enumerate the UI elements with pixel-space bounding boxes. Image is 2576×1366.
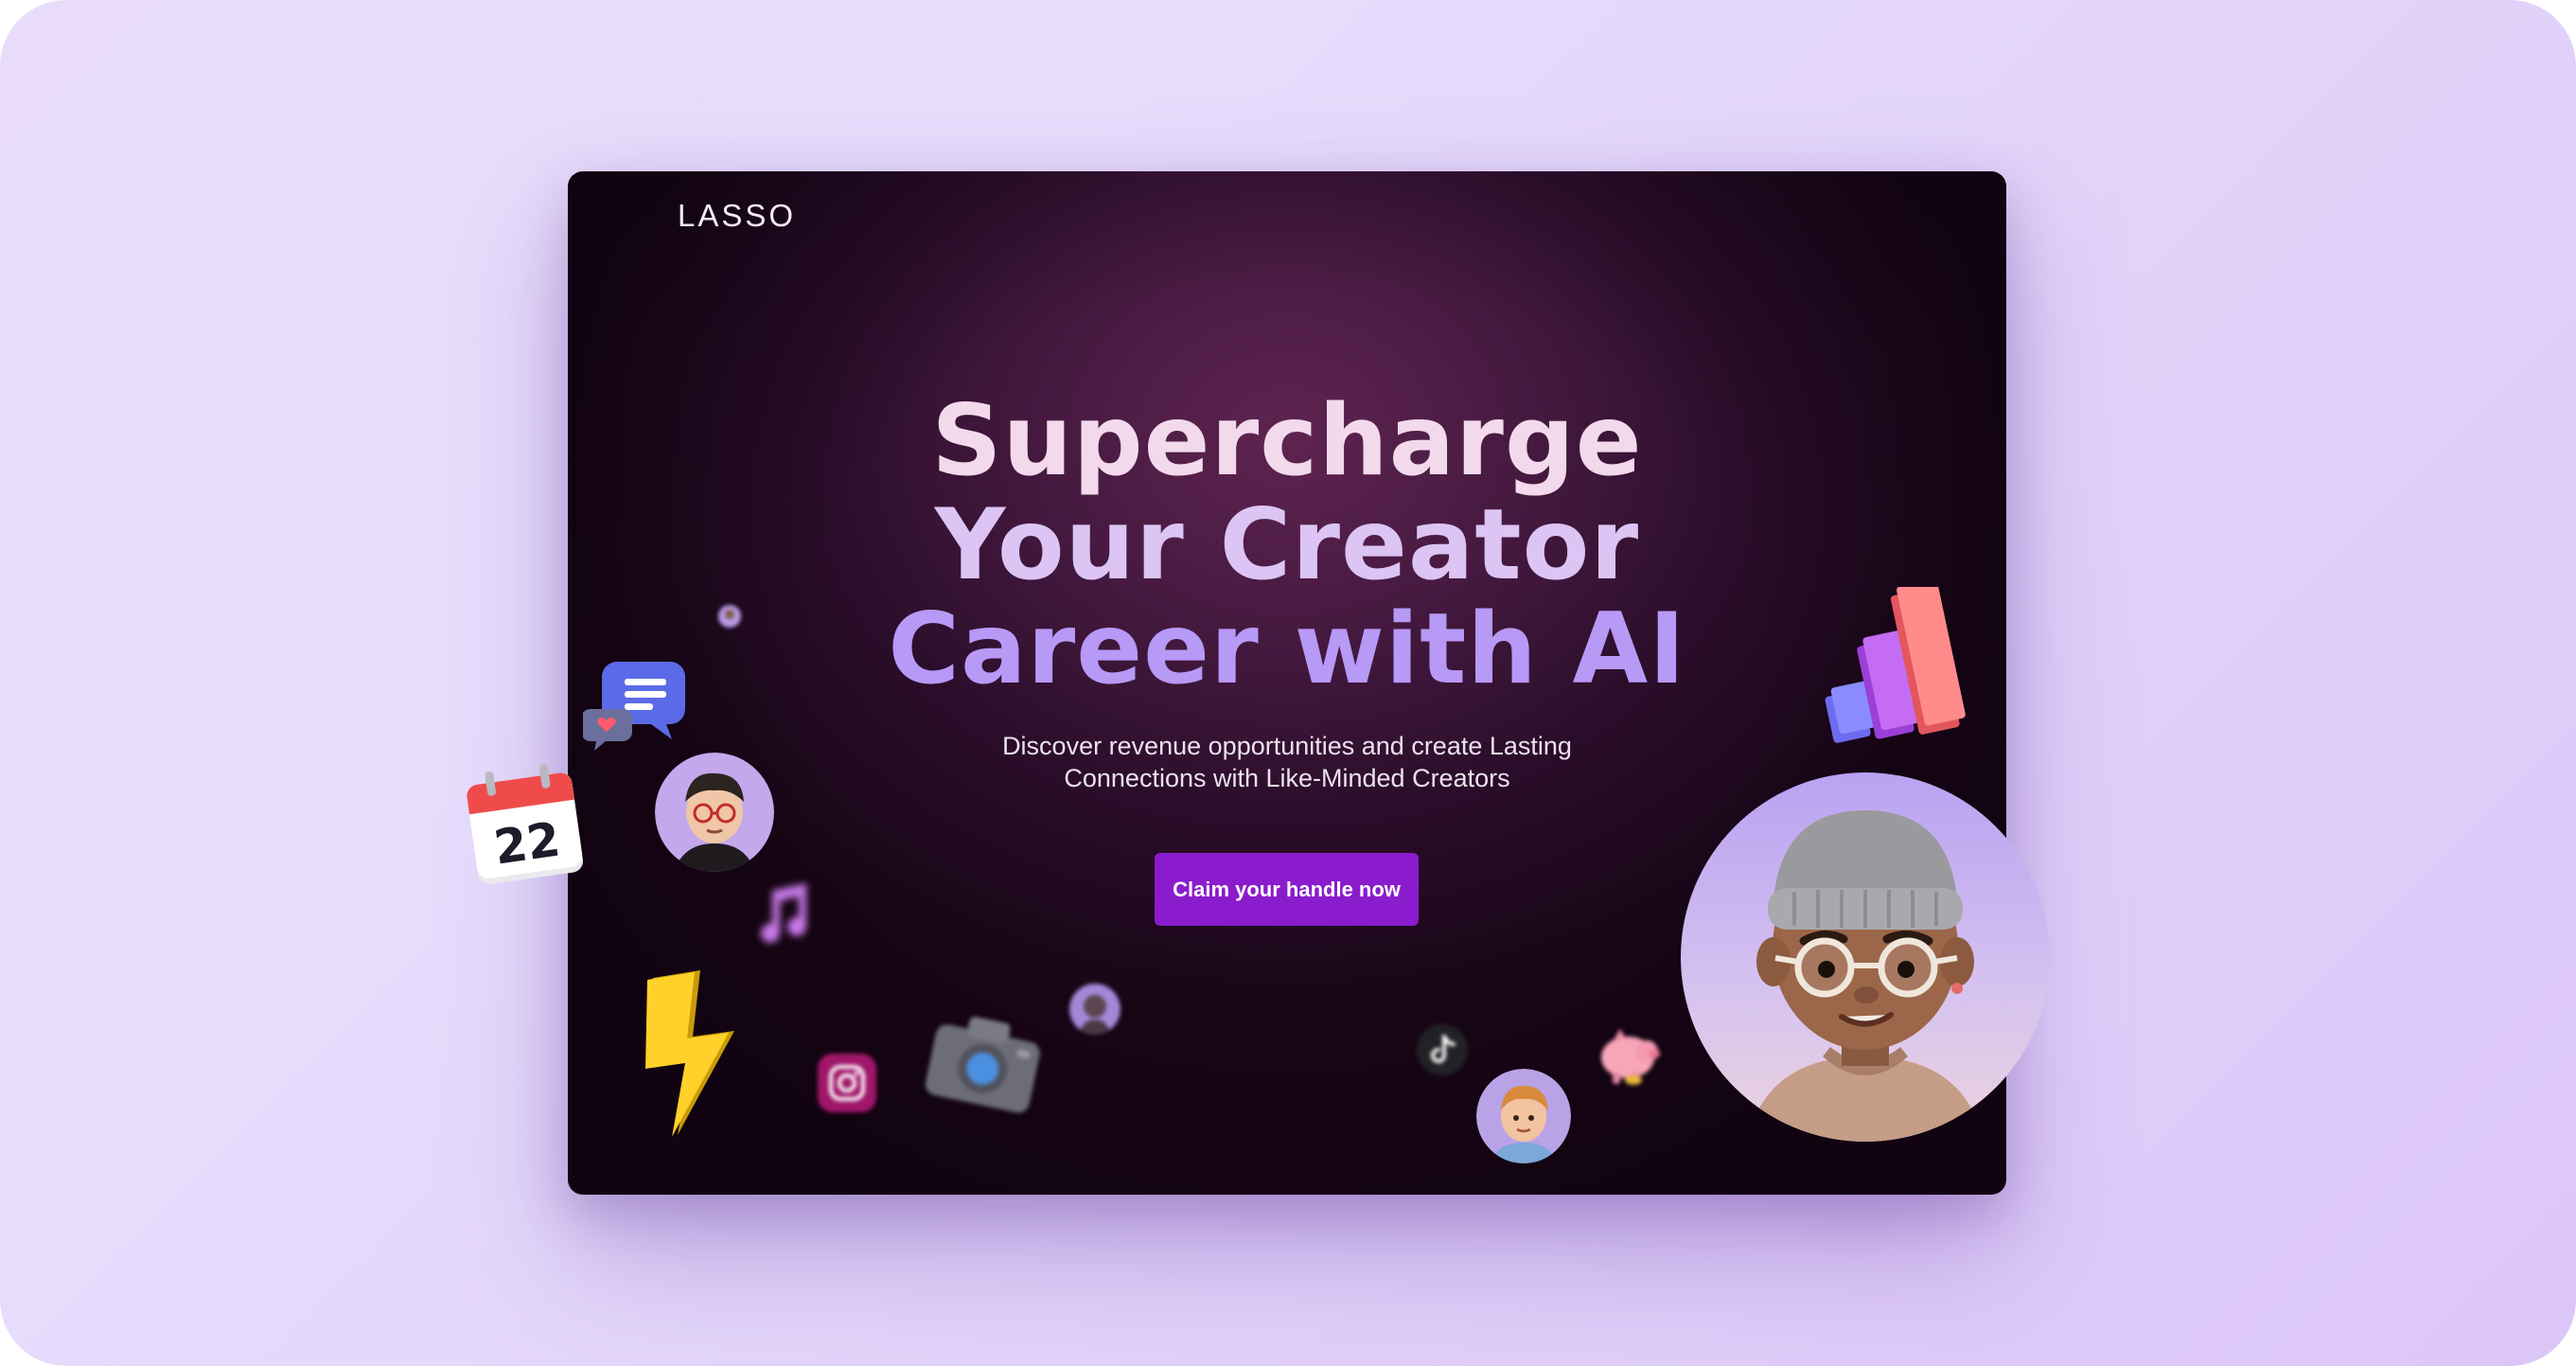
calendar-day-text: 22 bbox=[490, 812, 563, 876]
subtitle-line-1: Discover revenue opportunities and creat… bbox=[1002, 732, 1572, 760]
avatar-tiny-dot bbox=[718, 605, 741, 628]
hero-headline: Supercharge Your Creator Career with AI bbox=[568, 389, 2006, 701]
music-note-icon bbox=[761, 883, 806, 943]
hero-section: Supercharge Your Creator Career with AI … bbox=[568, 389, 2006, 794]
tiktok-icon bbox=[1417, 1024, 1468, 1075]
bar-chart-icon bbox=[1825, 587, 1966, 743]
claim-handle-button[interactable]: Claim your handle now bbox=[1155, 853, 1419, 926]
calendar-icon: 22 bbox=[467, 763, 583, 884]
avatar-boy bbox=[1476, 1069, 1571, 1163]
avatar-small-round bbox=[1069, 984, 1120, 1035]
subtitle-line-2: Connections with Like-Minded Creators bbox=[1064, 764, 1510, 792]
headline-line-3: Career with AI bbox=[888, 593, 1686, 706]
avatar-large-beanie-creator bbox=[1681, 772, 2050, 1142]
avatar-glasses-creator bbox=[655, 753, 774, 872]
headline-line-1: Supercharge bbox=[931, 384, 1643, 498]
page-background: 22 LASSO Supercharge Your Creator Career… bbox=[0, 0, 2576, 1366]
lasso-logo[interactable]: LASSO bbox=[678, 198, 796, 234]
instagram-icon bbox=[818, 1054, 876, 1112]
camera-icon bbox=[925, 1017, 1040, 1113]
lightning-bolt-icon bbox=[645, 970, 734, 1137]
headline-line-2: Your Creator bbox=[934, 488, 1640, 602]
hero-subtitle: Discover revenue opportunities and creat… bbox=[956, 730, 1618, 794]
piggy-bank-icon bbox=[1601, 1029, 1660, 1085]
chat-bubbles-icon bbox=[583, 662, 685, 751]
